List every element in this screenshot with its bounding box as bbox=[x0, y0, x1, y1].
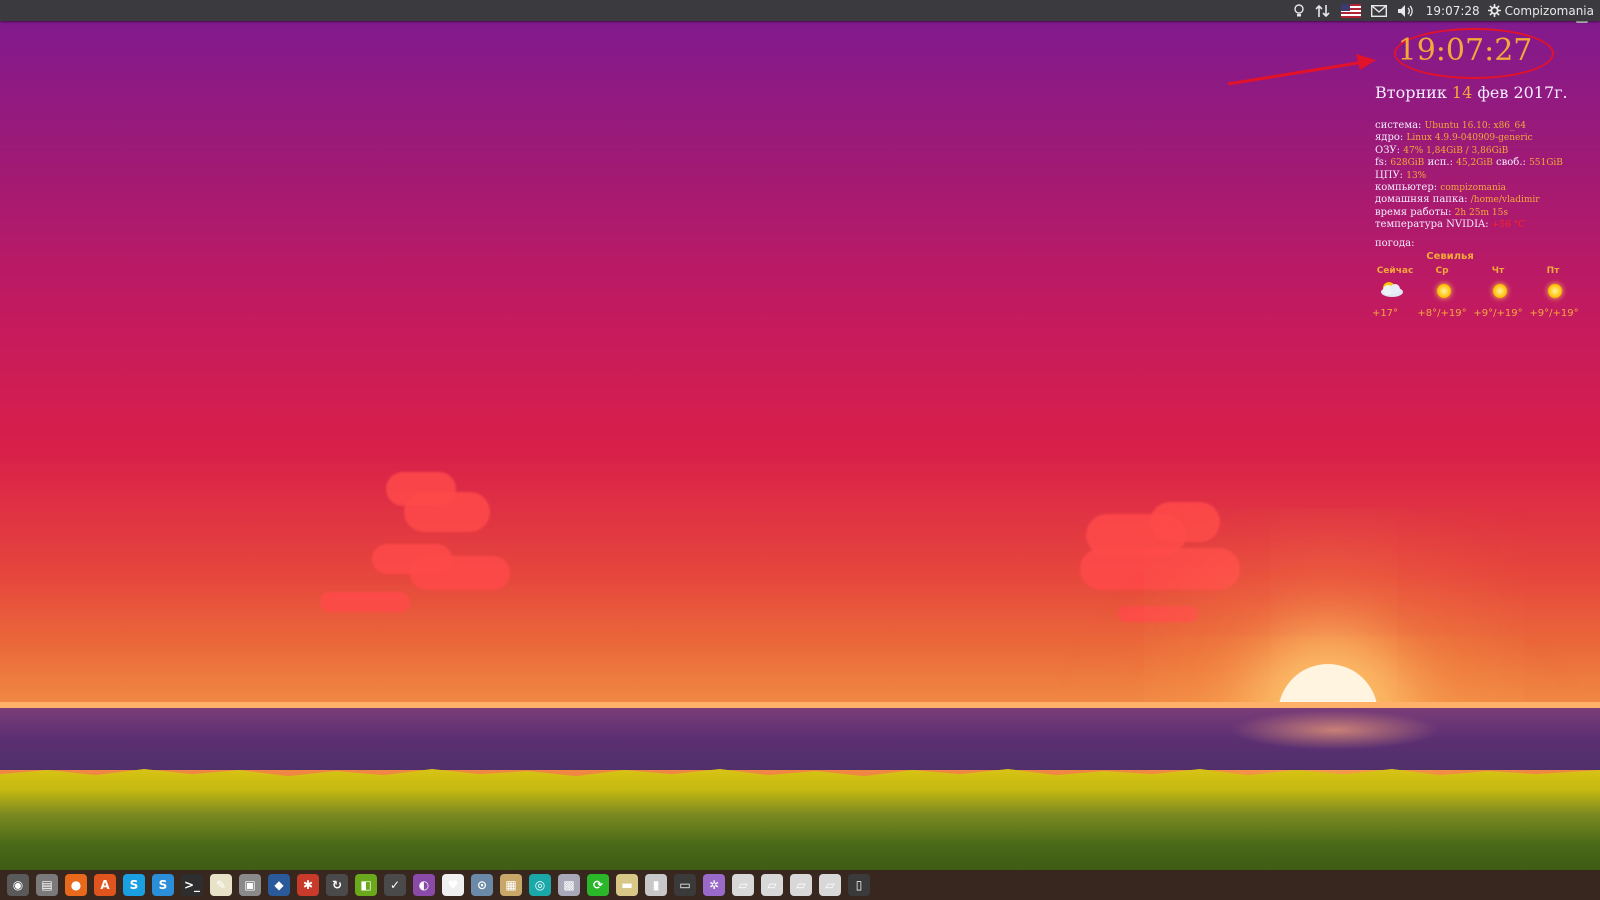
wallpaper-cloud bbox=[1080, 548, 1240, 590]
weather-city: Севилья bbox=[1426, 251, 1474, 262]
sysinfo-home-row: домашняя папка: /home/vladimir bbox=[1375, 194, 1540, 206]
date-weekday: Вторник bbox=[1375, 83, 1447, 102]
sysinfo-cpu-row: ЦПУ: 13% bbox=[1375, 169, 1427, 181]
weather-temp-now: +17° bbox=[1371, 308, 1399, 319]
terminal-icon[interactable]: >_ bbox=[181, 874, 203, 896]
disk-d-icon[interactable]: ▱ bbox=[819, 874, 841, 896]
wallpaper-cloud bbox=[410, 556, 510, 590]
weather-day-wed: Ср bbox=[1435, 266, 1449, 276]
wallpaper-sun-reflection bbox=[1230, 710, 1440, 750]
weather-day-thu: Чт bbox=[1491, 266, 1505, 276]
skype-icon[interactable]: S bbox=[123, 874, 145, 896]
dash-icon[interactable]: ◉ bbox=[7, 874, 29, 896]
settings-icon[interactable]: ✱ bbox=[297, 874, 319, 896]
partly-cloudy-icon bbox=[1381, 282, 1403, 297]
weather-day-fri: Пт bbox=[1546, 266, 1560, 276]
bulb-icon[interactable] bbox=[1293, 0, 1305, 21]
dock: ◉ ▤ ● A S S >_ ✎ ▣ ◆ ✱ ↻ ◧ ✓ ◐ ♥ ⊙ ▦ ◎ ▩ ⟳ ▬ ▮ ▭ ✲ ▱ ▱ ▱ ▱ ▯ bbox=[0, 870, 1600, 900]
session-menu[interactable]: Compizomania bbox=[1487, 3, 1594, 18]
drive-icon[interactable]: ▭ bbox=[674, 874, 696, 896]
desktop-wallpaper[interactable]: 19:07:27 Вторник 14 фев 2017г. система: … bbox=[0, 0, 1600, 900]
session-user-name: Compizomania bbox=[1504, 3, 1594, 18]
weather-temp-thu: +9°/+19° bbox=[1473, 308, 1523, 319]
sysinfo-ram-row: ОЗУ: 47% 1,84GiB / 3,86GiB bbox=[1375, 144, 1509, 156]
sysinfo-system-row: система: Ubuntu 16.10: x86_64 bbox=[1375, 120, 1526, 131]
cards-icon[interactable]: ♥ bbox=[442, 874, 464, 896]
sysinfo-nvidia-row: температура NVIDIA: +56 °C bbox=[1375, 219, 1526, 231]
browser-icon[interactable]: ◎ bbox=[529, 874, 551, 896]
software-center-icon[interactable]: A bbox=[94, 874, 116, 896]
weather-temp-fri: +9°/+19° bbox=[1529, 308, 1579, 319]
sun-icon bbox=[1437, 284, 1451, 298]
network-arrows-icon[interactable] bbox=[1315, 0, 1331, 21]
sun-icon bbox=[1548, 284, 1562, 298]
wallpaper-cloud bbox=[1150, 502, 1220, 542]
skype-alt-icon[interactable]: S bbox=[152, 874, 174, 896]
folder-icon[interactable]: ▬ bbox=[616, 874, 638, 896]
mail-icon[interactable] bbox=[1370, 0, 1387, 21]
sync-icon[interactable]: ⟳ bbox=[587, 874, 609, 896]
annotation-arrow-icon bbox=[1227, 54, 1376, 86]
gear-icon bbox=[1487, 4, 1501, 17]
volume-icon[interactable] bbox=[1397, 0, 1415, 21]
archive-icon[interactable]: ▦ bbox=[500, 874, 522, 896]
sysinfo-kernel-row: ядро: Linux 4.9.9-040909-generic bbox=[1375, 132, 1533, 144]
synaptic-icon[interactable]: ◆ bbox=[268, 874, 290, 896]
sun-icon bbox=[1493, 284, 1507, 298]
phone-icon[interactable]: ▯ bbox=[848, 874, 870, 896]
picture-viewer-icon[interactable]: ◐ bbox=[413, 874, 435, 896]
nvidia-icon[interactable]: ◧ bbox=[355, 874, 377, 896]
disk-a-icon[interactable]: ▱ bbox=[732, 874, 754, 896]
weather-label: погода: bbox=[1375, 238, 1415, 249]
disks-icon[interactable]: ⊙ bbox=[471, 874, 493, 896]
firefox-icon[interactable]: ● bbox=[65, 874, 87, 896]
wallpaper-grass bbox=[0, 769, 1600, 870]
wallpaper-cloud bbox=[320, 592, 410, 612]
wallpaper-cloud bbox=[1118, 606, 1198, 622]
disk-c-icon[interactable]: ▱ bbox=[790, 874, 812, 896]
conky-clock: 19:07:27 bbox=[1397, 33, 1533, 68]
files-icon[interactable]: ▤ bbox=[36, 874, 58, 896]
weather-day-now: Сейчас bbox=[1376, 266, 1414, 276]
photo-icon[interactable]: ▩ bbox=[558, 874, 580, 896]
screenshot-icon[interactable]: ▣ bbox=[239, 874, 261, 896]
panel-clock[interactable]: 19:07:28 bbox=[1426, 4, 1480, 18]
weather-temp-wed: +8°/+19° bbox=[1417, 308, 1467, 319]
system-info: система: Ubuntu 16.10: x86_64 ядро: Linu… bbox=[1375, 120, 1563, 232]
top-panel: 19:07:28 Compizomania bbox=[0, 0, 1600, 21]
text-editor-icon[interactable]: ✎ bbox=[210, 874, 232, 896]
sysinfo-computer-row: компьютер: compizomania bbox=[1375, 182, 1507, 194]
tasks-icon[interactable]: ✓ bbox=[384, 874, 406, 896]
conky-date: Вторник 14 фев 2017г. bbox=[1375, 83, 1568, 102]
sysinfo-fs-row: fs: 628GiB исп.: 45,2GiB своб.: 551GiB bbox=[1375, 157, 1563, 169]
wallpaper-cloud bbox=[404, 492, 490, 532]
sysinfo-uptime-row: время работы: 2h 25m 15s bbox=[1375, 206, 1508, 218]
date-month-year: фев 2017г. bbox=[1477, 83, 1568, 102]
us-flag-icon[interactable] bbox=[1340, 0, 1361, 21]
media-icon[interactable]: ▮ bbox=[645, 874, 667, 896]
updater-icon[interactable]: ↻ bbox=[326, 874, 348, 896]
disk-b-icon[interactable]: ▱ bbox=[761, 874, 783, 896]
tweak-icon[interactable]: ✲ bbox=[703, 874, 725, 896]
date-day-number: 14 bbox=[1451, 83, 1473, 102]
